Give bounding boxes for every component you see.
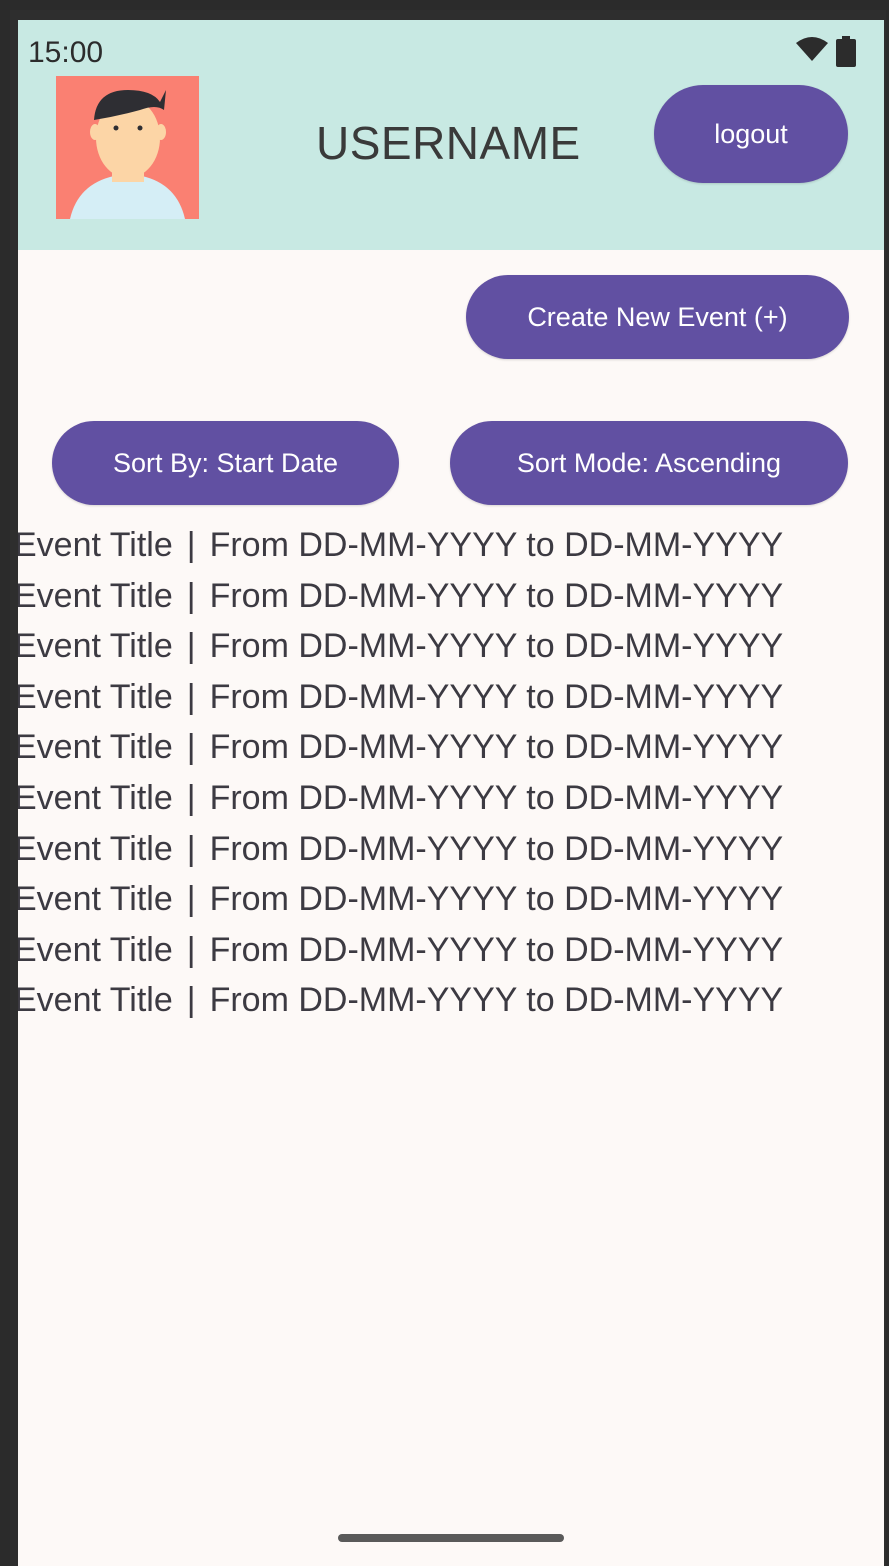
sort-mode-button[interactable]: Sort Mode: Ascending	[450, 421, 848, 505]
event-dates: From DD-MM-YYYY to DD-MM-YYYY	[209, 576, 784, 615]
create-event-button[interactable]: Create New Event (+)	[466, 275, 849, 359]
logout-button[interactable]: logout	[654, 85, 848, 183]
event-list-item[interactable]: Event Title | From DD-MM-YYYY to DD-MM-YYY…	[18, 925, 884, 976]
event-list-item[interactable]: Event Title | From DD-MM-YYYY to DD-MM-YYY…	[18, 571, 884, 622]
event-separator: |	[186, 576, 196, 615]
event-title: Event Title	[18, 526, 173, 564]
event-list-item[interactable]: Event Title | From DD-MM-YYYY to DD-MM-YYY…	[18, 722, 884, 773]
event-title: Event Title	[18, 880, 173, 919]
device-frame: 15:00 USERNAME logout Create New Event (…	[10, 10, 886, 1566]
event-dates: From DD-MM-YYYY to DD-MM-YYYY	[209, 930, 784, 969]
username-label: USERNAME	[316, 117, 581, 169]
event-separator: |	[186, 677, 196, 716]
event-list: Event Title | From DD-MM-YYYY to DD-MM-YYY…	[18, 520, 884, 1026]
event-separator: |	[186, 829, 196, 868]
event-separator: |	[186, 930, 196, 969]
event-title: Event Title	[18, 930, 173, 969]
status-icons	[796, 36, 856, 67]
event-dates: From DD-MM-YYYY to DD-MM-YYYY	[209, 829, 784, 868]
app-screen: 15:00 USERNAME logout Create New Event (…	[18, 20, 884, 1566]
avatar-icon	[56, 76, 199, 219]
event-title: Event Title	[18, 677, 173, 716]
wifi-icon	[796, 37, 828, 61]
event-dates: From DD-MM-YYYY to DD-MM-YYYY	[209, 677, 784, 716]
event-title: Event Title	[18, 981, 173, 1020]
event-dates: From DD-MM-YYYY to DD-MM-YYYY	[209, 981, 784, 1020]
profile-header: 15:00 USERNAME logout	[18, 20, 884, 250]
event-title: Event Title	[18, 576, 173, 615]
event-list-item[interactable]: Event Title | From DD-MM-YYYY to DD-MM-YYY…	[18, 773, 884, 824]
event-title: Event Title	[18, 728, 173, 767]
event-title: Event Title	[18, 778, 173, 817]
event-separator: |	[186, 728, 196, 767]
event-dates: From DD-MM-YYYY to DD-MM-YYYY	[209, 526, 784, 564]
battery-icon	[836, 36, 856, 67]
event-dates: From DD-MM-YYYY to DD-MM-YYYY	[209, 880, 784, 919]
event-list-item[interactable]: Event Title | From DD-MM-YYYY to DD-MM-YYY…	[18, 672, 884, 723]
event-list-item[interactable]: Event Title | From DD-MM-YYYY to DD-MM-YYY…	[18, 520, 884, 571]
event-separator: |	[186, 880, 196, 919]
status-time: 15:00	[28, 36, 104, 69]
event-separator: |	[186, 778, 196, 817]
home-indicator[interactable]	[338, 1534, 564, 1542]
sort-by-button[interactable]: Sort By: Start Date	[52, 421, 399, 505]
event-separator: |	[186, 981, 196, 1020]
event-title: Event Title	[18, 627, 173, 666]
event-list-item[interactable]: Event Title | From DD-MM-YYYY to DD-MM-YYY…	[18, 621, 884, 672]
event-separator: |	[186, 526, 196, 564]
event-dates: From DD-MM-YYYY to DD-MM-YYYY	[209, 627, 784, 666]
event-title: Event Title	[18, 829, 173, 868]
event-list-item[interactable]: Event Title | From DD-MM-YYYY to DD-MM-YYY…	[18, 975, 884, 1026]
event-dates: From DD-MM-YYYY to DD-MM-YYYY	[209, 728, 784, 767]
event-list-item[interactable]: Event Title | From DD-MM-YYYY to DD-MM-YYY…	[18, 874, 884, 925]
event-list-item[interactable]: Event Title | From DD-MM-YYYY to DD-MM-YYY…	[18, 824, 884, 875]
event-separator: |	[186, 627, 196, 666]
event-dates: From DD-MM-YYYY to DD-MM-YYYY	[209, 778, 784, 817]
